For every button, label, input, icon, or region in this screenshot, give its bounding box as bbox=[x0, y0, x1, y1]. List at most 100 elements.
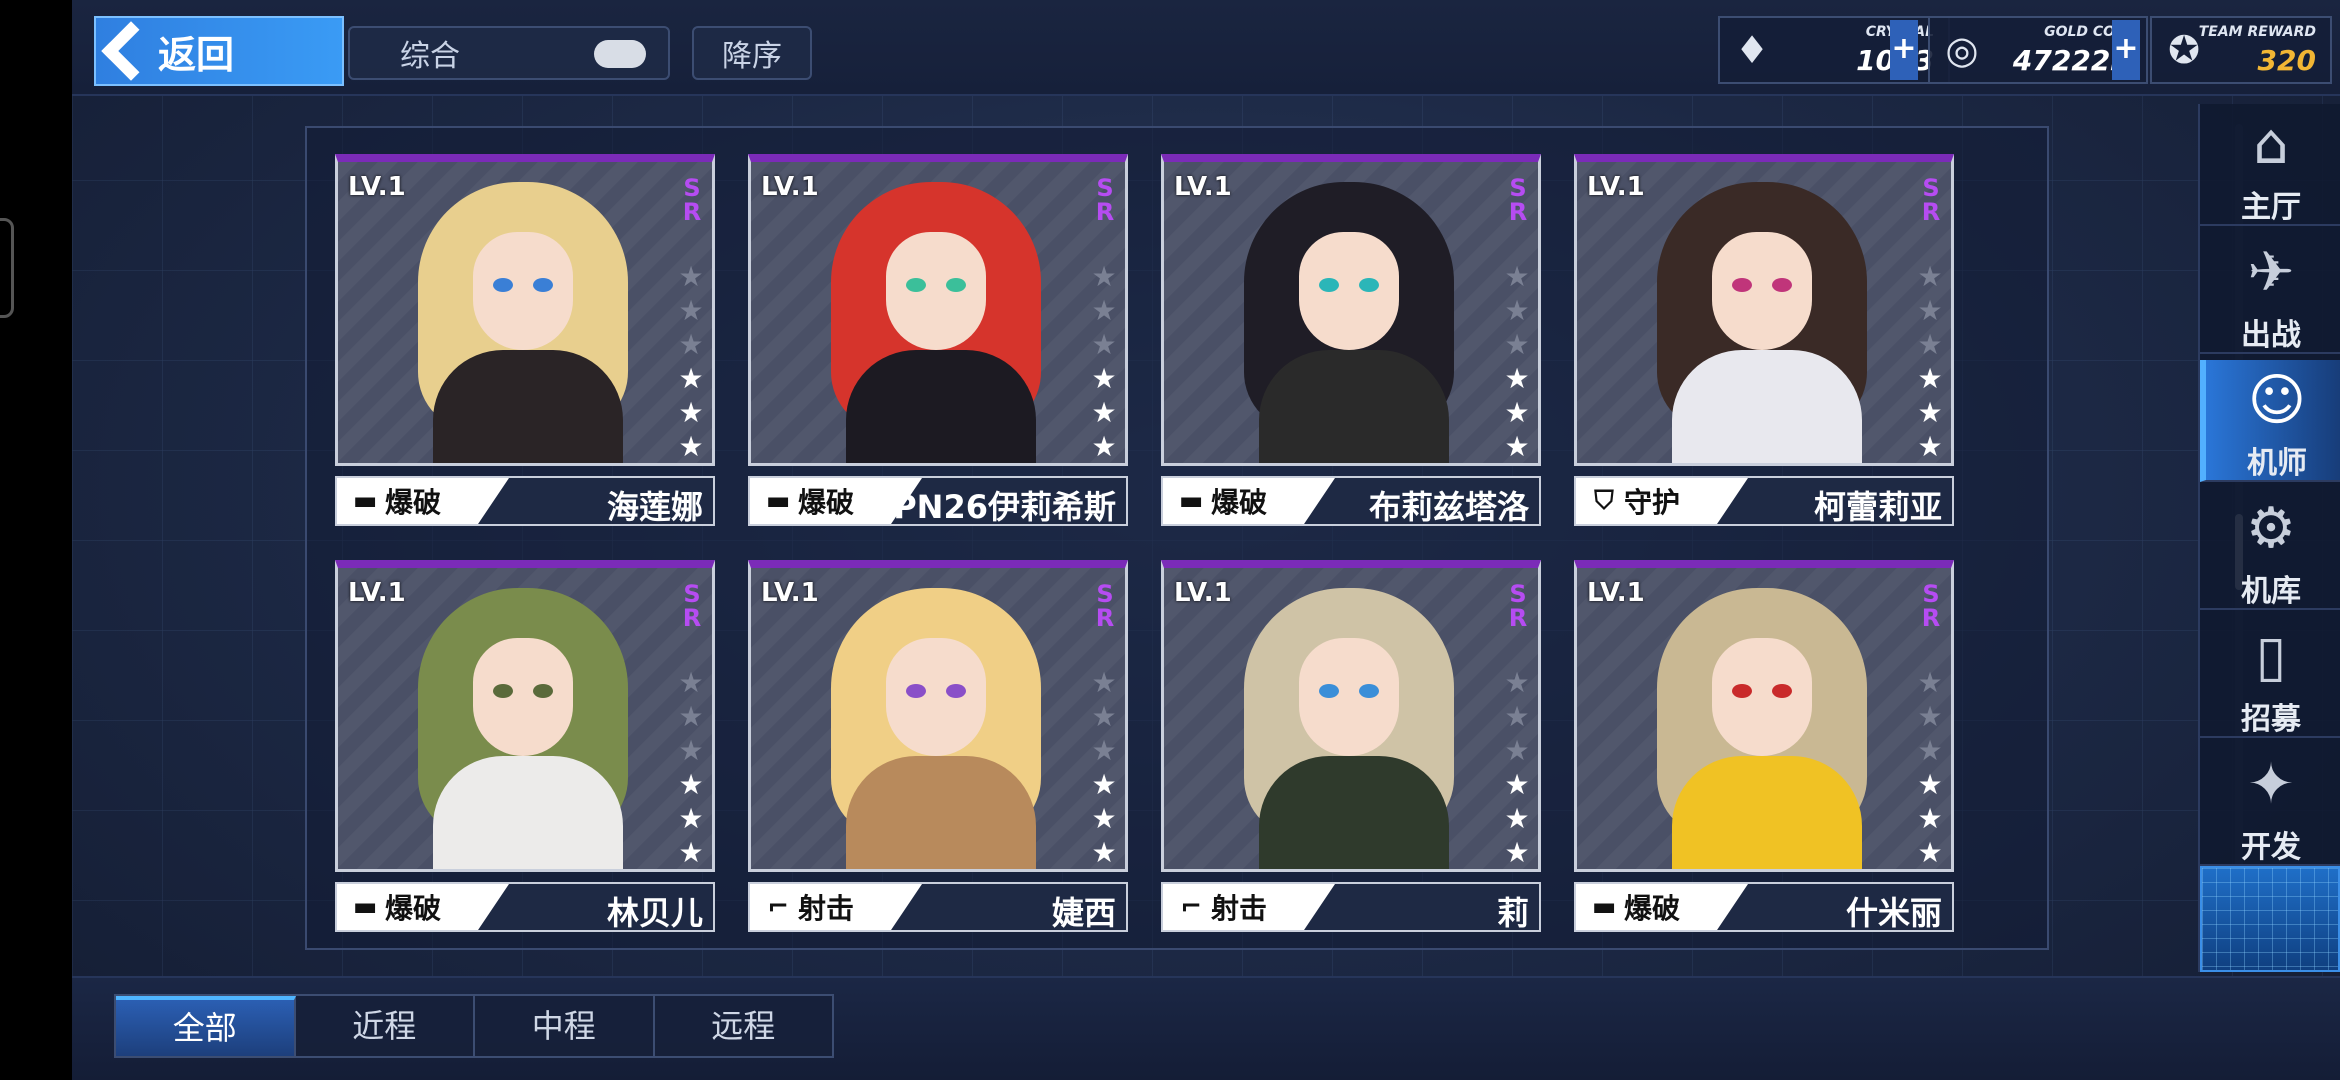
star-filled-icon: ★ bbox=[678, 802, 704, 835]
star-empty-icon: ★ bbox=[1091, 700, 1117, 733]
star-empty-icon: ★ bbox=[678, 294, 704, 327]
pilot-portrait: LV.1 SR ★ ★ ★ ★ ★ ★ bbox=[1161, 154, 1541, 466]
star-filled-icon: ★ bbox=[1504, 430, 1530, 463]
star-empty-icon: ★ bbox=[1504, 260, 1530, 293]
pilot-card[interactable]: LV.1 SR ★ ★ ★ ★ ★ ★ ▬ 爆破 PN26伊莉希斯 bbox=[748, 154, 1128, 526]
pilot-info-bar: ▬ 爆破 PN26伊莉希斯 bbox=[748, 476, 1128, 526]
pilot-card[interactable]: LV.1 SR ★ ★ ★ ★ ★ ★ ▬ 爆破 布莉兹塔洛 bbox=[1161, 154, 1541, 526]
star-filled-icon: ★ bbox=[1504, 362, 1530, 395]
pilot-info-bar: ▬ 爆破 林贝儿 bbox=[335, 882, 715, 932]
pilot-level: LV.1 bbox=[761, 172, 819, 202]
cannon-icon: ▬ bbox=[352, 892, 378, 922]
pilot-card[interactable]: LV.1 SR ★ ★ ★ ★ ★ ★ ⛉ 守护 柯蕾莉亚 bbox=[1574, 154, 1954, 526]
star-filled-icon: ★ bbox=[1091, 768, 1117, 801]
pilot-card[interactable]: LV.1 SR ★ ★ ★ ★ ★ ★ ▬ 爆破 林贝儿 bbox=[335, 560, 715, 932]
star-empty-icon: ★ bbox=[1091, 666, 1117, 699]
pilot-eye bbox=[906, 278, 926, 292]
star-empty-icon: ★ bbox=[1917, 734, 1943, 767]
star-rating: ★ ★ ★ ★ ★ ★ bbox=[1502, 260, 1532, 463]
nav-label: 主厅 bbox=[2241, 190, 2301, 225]
back-button[interactable]: 返回 bbox=[94, 16, 344, 86]
pilot-name: 婕西 bbox=[1051, 894, 1116, 932]
star-filled-icon: ★ bbox=[678, 362, 704, 395]
develop-icon: ✦ bbox=[2247, 752, 2295, 817]
star-filled-icon: ★ bbox=[1917, 430, 1943, 463]
star-rating: ★ ★ ★ ★ ★ ★ bbox=[676, 666, 706, 869]
star-empty-icon: ★ bbox=[1504, 700, 1530, 733]
pilot-portrait: LV.1 SR ★ ★ ★ ★ ★ ★ bbox=[335, 154, 715, 466]
pilot-eye bbox=[1772, 278, 1792, 292]
sort-dropdown[interactable]: 综合 bbox=[348, 26, 670, 80]
role-label: 爆破 bbox=[385, 892, 442, 925]
star-empty-icon: ★ bbox=[678, 700, 704, 733]
pilot-level: LV.1 bbox=[1174, 578, 1232, 608]
order-button[interactable]: 降序 bbox=[692, 26, 812, 80]
add-crystal-button[interactable]: + bbox=[1890, 20, 1918, 80]
pilot-outfit bbox=[433, 350, 623, 463]
star-empty-icon: ★ bbox=[1504, 328, 1530, 361]
pilot-name: 什米丽 bbox=[1845, 894, 1942, 932]
star-filled-icon: ★ bbox=[1504, 396, 1530, 429]
pilot-outfit bbox=[1672, 756, 1862, 869]
pilot-eye bbox=[946, 684, 966, 698]
pilot-face bbox=[473, 232, 573, 350]
star-filled-icon: ★ bbox=[1504, 768, 1530, 801]
pilot-face bbox=[886, 638, 986, 756]
role-label: 守护 bbox=[1624, 486, 1681, 519]
star-empty-icon: ★ bbox=[678, 260, 704, 293]
star-filled-icon: ★ bbox=[1091, 430, 1117, 463]
pilot-level: LV.1 bbox=[348, 578, 406, 608]
star-filled-icon: ★ bbox=[1917, 802, 1943, 835]
top-bar: 返回 综合 降序 ♦ CRYSTAL 1043 + ◎ GOLD COIN 47… bbox=[72, 0, 2340, 96]
nav-item[interactable]: ▯ 招募 bbox=[2200, 616, 2340, 738]
pilot-card[interactable]: LV.1 SR ★ ★ ★ ★ ★ ★ ⌐ 射击 莉 bbox=[1161, 560, 1541, 932]
hangar-icon: ⚙ bbox=[2245, 496, 2297, 561]
star-empty-icon: ★ bbox=[1917, 700, 1943, 733]
star-rating: ★ ★ ★ ★ ★ ★ bbox=[676, 260, 706, 463]
rarity-badge: SR bbox=[1095, 174, 1115, 226]
role-tag: ⛉ 守护 bbox=[1576, 478, 1748, 524]
star-filled-icon: ★ bbox=[678, 836, 704, 869]
pilot-card[interactable]: LV.1 SR ★ ★ ★ ★ ★ ★ ▬ 爆破 什米丽 bbox=[1574, 560, 1954, 932]
filter-tab[interactable]: 远程 bbox=[655, 996, 833, 1056]
pilot-eye bbox=[1772, 684, 1792, 698]
nav-item[interactable]: ✈ 出战 bbox=[2200, 232, 2340, 354]
pilot-card[interactable]: LV.1 SR ★ ★ ★ ★ ★ ★ ▬ 爆破 海莲娜 bbox=[335, 154, 715, 526]
star-filled-icon: ★ bbox=[1091, 362, 1117, 395]
team-reward-counter[interactable]: ✪ TEAM REWARD 320 bbox=[2150, 16, 2332, 84]
nav-item[interactable]: ☺ 机师 bbox=[2200, 360, 2340, 482]
pilot-eye bbox=[493, 684, 513, 698]
pilot-info-bar: ⌐ 射击 婕西 bbox=[748, 882, 1128, 932]
filter-tab[interactable]: 中程 bbox=[475, 996, 655, 1056]
star-empty-icon: ★ bbox=[1917, 328, 1943, 361]
star-rating: ★ ★ ★ ★ ★ ★ bbox=[1089, 260, 1119, 463]
minimap-button[interactable] bbox=[2200, 866, 2340, 972]
pilot-card[interactable]: LV.1 SR ★ ★ ★ ★ ★ ★ ⌐ 射击 婕西 bbox=[748, 560, 1128, 932]
cannon-icon: ▬ bbox=[765, 486, 791, 516]
role-tag: ▬ 爆破 bbox=[1163, 478, 1335, 524]
pilot-name: 莉 bbox=[1496, 894, 1529, 932]
device-bezel bbox=[0, 0, 72, 1080]
pilot-portrait: LV.1 SR ★ ★ ★ ★ ★ ★ bbox=[335, 560, 715, 872]
filter-tab[interactable]: 全部 bbox=[116, 996, 296, 1056]
cannon-icon: ▬ bbox=[1591, 892, 1617, 922]
nav-item[interactable]: ✦ 开发 bbox=[2200, 744, 2340, 866]
pilot-eye bbox=[1732, 684, 1752, 698]
pilot-info-bar: ⛉ 守护 柯蕾莉亚 bbox=[1574, 476, 1954, 526]
role-tag: ▬ 爆破 bbox=[337, 478, 509, 524]
filter-tab[interactable]: 近程 bbox=[296, 996, 475, 1056]
star-filled-icon: ★ bbox=[1917, 396, 1943, 429]
pilot-outfit bbox=[1672, 350, 1862, 463]
role-tag: ⌐ 射击 bbox=[1163, 884, 1335, 930]
pilot-face bbox=[1299, 232, 1399, 350]
chevron-left-icon bbox=[96, 18, 146, 84]
add-gold-button[interactable]: + bbox=[2112, 20, 2140, 80]
pilot-eye bbox=[1359, 278, 1379, 292]
rarity-badge: SR bbox=[1095, 580, 1115, 632]
bottom-bar: 全部 近程 中程 远程 bbox=[72, 976, 2340, 1080]
nav-item[interactable]: ⚙ 机库 bbox=[2200, 488, 2340, 610]
role-tag: ▬ 爆破 bbox=[1576, 884, 1748, 930]
star-empty-icon: ★ bbox=[678, 328, 704, 361]
star-empty-icon: ★ bbox=[1917, 666, 1943, 699]
nav-item[interactable]: ⌂ 主厅 bbox=[2200, 104, 2340, 226]
